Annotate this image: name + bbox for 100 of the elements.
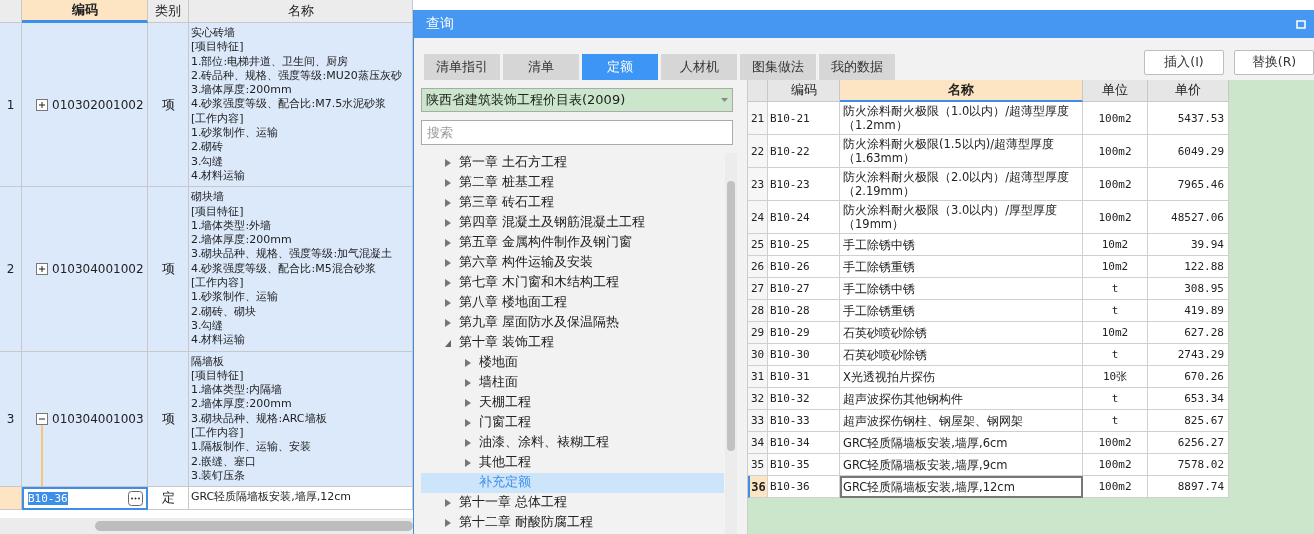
column-header[interactable]: 单价 <box>1148 80 1229 102</box>
tree-item[interactable]: 第十二章 耐酸防腐工程 <box>421 512 724 533</box>
caret-right-icon[interactable] <box>465 458 471 467</box>
more-icon[interactable] <box>128 490 143 506</box>
table-cell: 3.墙体厚度:200mm <box>191 83 292 98</box>
expand-toggle[interactable] <box>36 262 48 275</box>
table-cell: 100m2 <box>1083 135 1148 168</box>
table-cell: 4.材料运输 <box>191 333 246 348</box>
column-header[interactable]: 单位 <box>1083 80 1148 102</box>
library-dropdown[interactable]: 陕西省建筑装饰工程价目表(2009) <box>421 88 733 112</box>
caret-right-icon[interactable] <box>445 198 451 207</box>
search-field[interactable]: 搜索 <box>421 119 733 145</box>
tree-item[interactable]: 门窗工程 <box>421 412 724 433</box>
caret-right-icon[interactable] <box>465 418 471 427</box>
caret-right-icon[interactable] <box>445 218 451 227</box>
column-header[interactable]: 编码 <box>22 0 148 23</box>
tree-item[interactable]: 第十章 装饰工程 <box>421 332 724 353</box>
table-cell: 419.89 <box>1148 300 1229 322</box>
caret-right-icon[interactable] <box>445 258 451 267</box>
tab[interactable]: 清单 <box>503 54 579 80</box>
table-cell: 防火涂料耐火极限(1.5以内)/超薄型厚度（1.63mm） <box>840 135 1083 168</box>
tree-item[interactable]: 天棚工程 <box>421 392 724 413</box>
table-cell: 10m2 <box>1083 322 1148 344</box>
tree-item[interactable]: 第六章 构件运输及安装 <box>421 252 724 273</box>
caret-right-icon[interactable] <box>445 278 451 287</box>
row-number: 33 <box>748 410 768 432</box>
caret-right-icon[interactable] <box>445 158 451 167</box>
row-number: 36 <box>748 476 768 498</box>
tree-item[interactable]: 第九章 屋面防水及保温隔热 <box>421 312 724 333</box>
tab[interactable]: 清单指引 <box>424 54 500 80</box>
caret-right-icon[interactable] <box>445 518 451 527</box>
tree-item[interactable]: 第七章 木门窗和木结构工程 <box>421 272 724 293</box>
tree-item[interactable]: 第八章 楼地面工程 <box>421 292 724 313</box>
tree-item[interactable]: 第三章 砖石工程 <box>421 192 724 213</box>
action-button[interactable]: 插入(I) <box>1144 50 1224 75</box>
table-cell: [项目特征] <box>191 40 244 55</box>
table-cell: 石英砂喷砂除锈 <box>840 344 1083 366</box>
table-cell: B10-27 <box>768 278 840 300</box>
table-cell: B10-29 <box>768 322 840 344</box>
caret-down-icon[interactable] <box>445 338 451 347</box>
table-cell: [项目特征] <box>191 204 244 219</box>
table-cell: 2.砖品种、规格、强度等级:MU20蒸压灰砂 <box>191 68 402 84</box>
column-header[interactable]: 名称 <box>189 0 413 23</box>
caret-right-icon[interactable] <box>445 238 451 247</box>
table-cell: t <box>1083 410 1148 432</box>
tree-item[interactable]: 油漆、涂料、裱糊工程 <box>421 432 724 453</box>
vertical-scrollbar[interactable] <box>725 152 737 534</box>
row-number: 27 <box>748 278 768 300</box>
table-cell: 手工除锈重锈 <box>840 256 1083 278</box>
tab[interactable]: 图集做法 <box>740 54 816 80</box>
column-header[interactable]: 编码 <box>768 80 840 102</box>
tree-item[interactable]: 第二章 桩基工程 <box>421 172 724 193</box>
table-cell: 100m2 <box>1083 168 1148 201</box>
tab[interactable]: 我的数据 <box>819 54 895 80</box>
table-cell: 防火涂料耐火极限（3.0以内）/厚型厚度（19mm） <box>840 201 1083 234</box>
row-number: 31 <box>748 366 768 388</box>
table-cell: B10-21 <box>768 102 840 135</box>
table-cell: 308.95 <box>1148 278 1229 300</box>
table-cell: t <box>1083 278 1148 300</box>
action-button[interactable]: 替换(R) <box>1234 50 1314 75</box>
tree-item[interactable]: 楼地面 <box>421 352 724 373</box>
caret-right-icon[interactable] <box>465 378 471 387</box>
table-cell: B10-23 <box>768 168 840 201</box>
tab[interactable]: 人材机 <box>661 54 737 80</box>
expand-toggle[interactable] <box>36 98 48 111</box>
tree-item[interactable]: 第四章 混凝土及钢筋混凝土工程 <box>421 212 724 233</box>
tree-item[interactable]: 墙柱面 <box>421 372 724 393</box>
caret-right-icon[interactable] <box>445 298 451 307</box>
column-header[interactable]: 名称 <box>840 80 1083 102</box>
tree-item[interactable]: 其他工程 <box>421 452 724 473</box>
table-cell: 100m2 <box>1083 454 1148 476</box>
caret-right-icon[interactable] <box>445 318 451 327</box>
table-cell: 3.勾缝 <box>191 318 224 334</box>
column-header[interactable]: 类别 <box>148 0 189 23</box>
tree-item[interactable]: 第十一章 总体工程 <box>421 492 724 513</box>
table-cell: 2.砌砖 <box>191 140 224 155</box>
caret-right-icon[interactable] <box>445 498 451 507</box>
table-cell: 653.34 <box>1148 388 1229 410</box>
caret-right-icon[interactable] <box>465 358 471 367</box>
table-cell: 3.勾缝 <box>191 154 224 169</box>
table-cell: 1.砂浆制作、运输 <box>191 290 279 305</box>
collapse-toggle[interactable] <box>36 412 48 425</box>
row-number: 25 <box>748 234 768 256</box>
caret-right-icon[interactable] <box>445 178 451 187</box>
caret-right-icon[interactable] <box>465 438 471 447</box>
row-number: 28 <box>748 300 768 322</box>
table-cell: 825.67 <box>1148 410 1229 432</box>
maximize-icon[interactable] <box>1296 19 1306 29</box>
table-cell: B10-36 <box>768 476 840 498</box>
row-number: 3 <box>0 351 22 488</box>
tree-item[interactable]: 第一章 土石方工程 <box>421 152 724 173</box>
table-cell: t <box>1083 300 1148 322</box>
horizontal-scrollbar[interactable] <box>0 518 413 534</box>
tree-item[interactable]: 第五章 金属构件制作及钢门窗 <box>421 232 724 253</box>
table-cell: 项 <box>148 351 189 488</box>
table-cell: 5437.53 <box>1148 102 1229 135</box>
table-cell: 100m2 <box>1083 476 1148 498</box>
table-cell: 2.墙体厚度:200mm <box>191 397 292 412</box>
table-cell: 手工除锈重锈 <box>840 300 1083 322</box>
caret-right-icon[interactable] <box>465 398 471 407</box>
